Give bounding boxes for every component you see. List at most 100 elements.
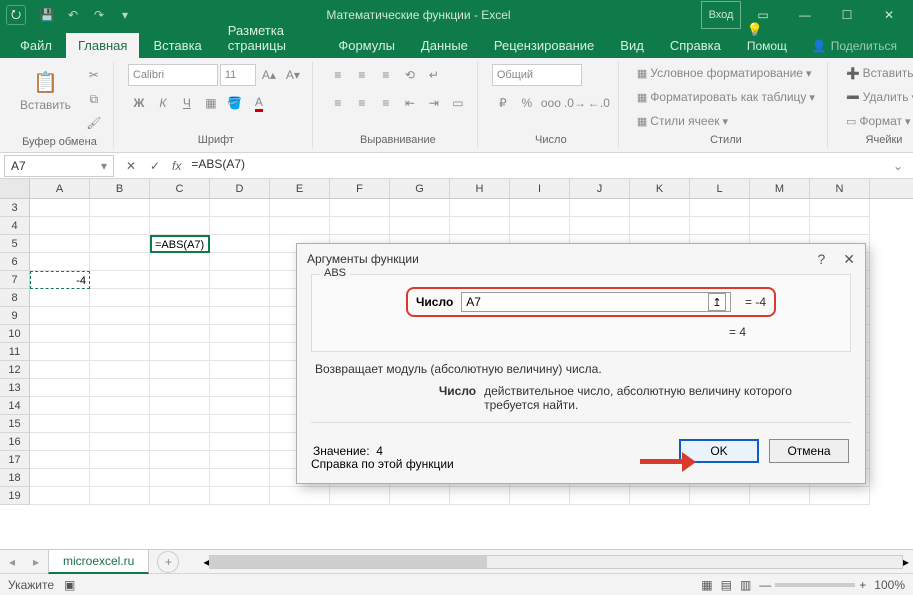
row-header[interactable]: 7 xyxy=(0,271,30,289)
row-header[interactable]: 16 xyxy=(0,433,30,451)
cell[interactable] xyxy=(150,361,210,379)
align-bottom-icon[interactable]: ≡ xyxy=(375,64,397,86)
cell[interactable] xyxy=(150,433,210,451)
view-page-layout-icon[interactable]: ▤ xyxy=(721,578,732,592)
autosave-toggle[interactable]: ⭮ xyxy=(6,5,26,25)
close-icon[interactable]: ✕ xyxy=(869,1,909,29)
row-header[interactable]: 15 xyxy=(0,415,30,433)
row-header[interactable]: 4 xyxy=(0,217,30,235)
cell[interactable] xyxy=(810,217,870,235)
cell[interactable] xyxy=(750,217,810,235)
increase-indent-icon[interactable]: ⇥ xyxy=(423,92,445,114)
cell[interactable] xyxy=(330,217,390,235)
cell[interactable] xyxy=(210,343,270,361)
cell[interactable] xyxy=(90,343,150,361)
cell[interactable] xyxy=(210,469,270,487)
cell[interactable] xyxy=(210,235,270,253)
cell[interactable] xyxy=(30,379,90,397)
cell[interactable] xyxy=(150,469,210,487)
align-middle-icon[interactable]: ≡ xyxy=(351,64,373,86)
currency-icon[interactable]: ₽ xyxy=(492,92,514,114)
cell[interactable] xyxy=(150,451,210,469)
cell[interactable] xyxy=(210,217,270,235)
cell[interactable] xyxy=(330,487,390,505)
decrease-font-icon[interactable]: A▾ xyxy=(282,64,304,86)
cell[interactable] xyxy=(450,199,510,217)
tab-formulas[interactable]: Формулы xyxy=(326,33,407,58)
decrease-decimal-icon[interactable]: ←.0 xyxy=(588,92,610,114)
col-header[interactable]: J xyxy=(570,179,630,198)
cell-styles-button[interactable]: ▦ Стили ячеек ▾ xyxy=(633,112,732,130)
border-icon[interactable]: ▦ xyxy=(200,92,222,114)
cell[interactable] xyxy=(150,379,210,397)
cell[interactable] xyxy=(150,487,210,505)
formula-input[interactable]: =ABS(A7) xyxy=(187,155,887,177)
maximize-icon[interactable]: ☐ xyxy=(827,1,867,29)
cell[interactable] xyxy=(270,199,330,217)
ribbon-options-icon[interactable]: ▭ xyxy=(743,1,783,29)
cell[interactable] xyxy=(90,415,150,433)
cell[interactable] xyxy=(810,487,870,505)
cell[interactable] xyxy=(30,325,90,343)
row-header[interactable]: 8 xyxy=(0,289,30,307)
col-header[interactable]: K xyxy=(630,179,690,198)
row-header[interactable]: 18 xyxy=(0,469,30,487)
ok-button[interactable]: OK xyxy=(679,439,759,463)
cell[interactable] xyxy=(90,379,150,397)
number-format-combo[interactable]: Общий xyxy=(492,64,582,86)
increase-decimal-icon[interactable]: .0→ xyxy=(564,92,586,114)
col-header[interactable]: N xyxy=(810,179,870,198)
cell[interactable] xyxy=(90,307,150,325)
font-color-icon[interactable]: A xyxy=(248,92,270,114)
cell[interactable] xyxy=(150,307,210,325)
view-page-break-icon[interactable]: ▥ xyxy=(740,578,751,592)
row-header[interactable]: 3 xyxy=(0,199,30,217)
cell[interactable] xyxy=(210,253,270,271)
italic-icon[interactable]: К xyxy=(152,92,174,114)
col-header[interactable]: D xyxy=(210,179,270,198)
sheet-nav-next[interactable]: ▸ xyxy=(24,555,48,569)
col-header[interactable]: M xyxy=(750,179,810,198)
dialog-help-icon[interactable]: ? xyxy=(817,251,825,268)
cell[interactable] xyxy=(570,217,630,235)
format-as-table-button[interactable]: ▦ Форматировать как таблицу ▾ xyxy=(633,88,819,106)
cell[interactable] xyxy=(90,199,150,217)
cell[interactable] xyxy=(90,451,150,469)
cell[interactable] xyxy=(30,235,90,253)
tab-data[interactable]: Данные xyxy=(409,33,480,58)
cell[interactable] xyxy=(210,361,270,379)
cell[interactable] xyxy=(750,487,810,505)
sheet-nav-prev[interactable]: ◂ xyxy=(0,555,24,569)
cell[interactable] xyxy=(90,433,150,451)
row-header[interactable]: 17 xyxy=(0,451,30,469)
delete-cells-button[interactable]: ➖ Удалить ▾ xyxy=(842,88,913,106)
cell[interactable] xyxy=(690,217,750,235)
macro-record-icon[interactable]: ▣ xyxy=(64,578,75,592)
cell[interactable] xyxy=(30,199,90,217)
insert-function-icon[interactable]: fx xyxy=(172,159,181,173)
copy-icon[interactable]: ⧉ xyxy=(83,88,105,110)
tab-page-layout[interactable]: Разметка страницы xyxy=(216,18,325,58)
cell[interactable] xyxy=(90,217,150,235)
minimize-icon[interactable]: — xyxy=(785,1,825,29)
row-header[interactable]: 19 xyxy=(0,487,30,505)
cell[interactable] xyxy=(510,487,570,505)
col-header[interactable]: E xyxy=(270,179,330,198)
font-size-combo[interactable]: 11 xyxy=(220,64,256,86)
cell[interactable] xyxy=(450,487,510,505)
cell[interactable] xyxy=(210,433,270,451)
view-normal-icon[interactable]: ▦ xyxy=(701,578,712,592)
row-header[interactable]: 9 xyxy=(0,307,30,325)
align-center-icon[interactable]: ≡ xyxy=(351,92,373,114)
cell[interactable] xyxy=(30,253,90,271)
tab-review[interactable]: Рецензирование xyxy=(482,33,606,58)
align-top-icon[interactable]: ≡ xyxy=(327,64,349,86)
cell[interactable] xyxy=(210,379,270,397)
cell[interactable] xyxy=(210,199,270,217)
cancel-formula-icon[interactable]: ✕ xyxy=(122,159,140,173)
tab-help[interactable]: Справка xyxy=(658,33,733,58)
qat-dropdown-icon[interactable]: ▾ xyxy=(114,4,136,26)
row-header[interactable]: 13 xyxy=(0,379,30,397)
cell[interactable] xyxy=(90,325,150,343)
dialog-title-bar[interactable]: Аргументы функции ? ✕ xyxy=(297,244,865,274)
